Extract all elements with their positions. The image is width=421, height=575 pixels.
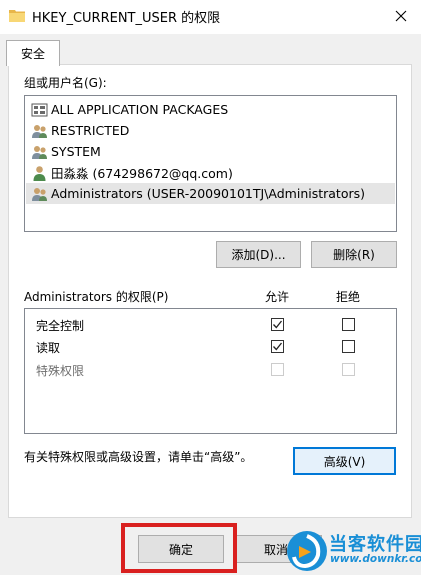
group-icon	[32, 187, 47, 201]
user-icon	[33, 165, 46, 181]
principal-name: ALL APPLICATION PACKAGES	[51, 102, 229, 117]
principals-listbox[interactable]: ALL APPLICATION PACKAGES RESTRICTED SYST…	[24, 95, 397, 232]
deny-checkbox	[342, 363, 355, 376]
deny-column-header: 拒绝	[336, 290, 361, 304]
principal-name: 田淼淼 (674298672@qq.com)	[51, 166, 233, 181]
tab-security[interactable]: 安全	[6, 40, 60, 66]
add-button[interactable]: 添加(D)...	[216, 241, 301, 268]
allow-column-header: 允许	[265, 290, 290, 304]
window-title: HKEY_CURRENT_USER 的权限	[32, 11, 221, 26]
permission-row: 特殊权限	[25, 359, 396, 381]
deny-checkbox[interactable]	[342, 340, 355, 353]
remove-button-label: 删除(R)	[333, 248, 375, 262]
close-icon	[395, 10, 406, 22]
allow-checkbox[interactable]	[271, 318, 284, 331]
advanced-button-label: 高级(V)	[323, 454, 366, 469]
remove-button[interactable]: 删除(R)	[311, 241, 397, 268]
watermark-logo: 当客软件园 www.downkr.com	[283, 526, 421, 575]
title-bar: HKEY_CURRENT_USER 的权限	[0, 0, 421, 34]
folder-icon	[9, 10, 25, 22]
checkmark-icon	[273, 320, 283, 329]
list-item[interactable]: SYSTEM	[26, 141, 395, 162]
group-icon	[32, 124, 47, 138]
list-item[interactable]: 田淼淼 (674298672@qq.com)	[26, 162, 395, 183]
groups-label: 组或用户名(G):	[24, 76, 107, 90]
watermark-url: www.downkr.com	[330, 553, 421, 565]
checkmark-icon	[273, 342, 283, 351]
permission-name: 读取	[36, 341, 61, 355]
highlight-frame	[121, 523, 237, 573]
permission-row: 读取	[25, 336, 396, 358]
deny-checkbox[interactable]	[342, 318, 355, 331]
advanced-button[interactable]: 高级(V)	[293, 447, 396, 475]
allow-checkbox	[271, 363, 284, 376]
logo-mark-icon	[287, 531, 327, 571]
list-item[interactable]: ALL APPLICATION PACKAGES	[26, 99, 395, 120]
close-button[interactable]	[380, 0, 421, 32]
add-button-label: 添加(D)...	[231, 248, 286, 262]
principal-name: Administrators (USER-20090101TJ\Administ…	[51, 186, 366, 201]
principal-name: RESTRICTED	[51, 123, 130, 138]
principal-name: SYSTEM	[51, 144, 101, 159]
permissions-header: Administrators 的权限(P)	[24, 290, 169, 304]
permissions-list: 完全控制 读取 特殊权限	[24, 308, 397, 434]
app-packages-icon	[31, 103, 48, 116]
permission-name: 完全控制	[36, 319, 85, 333]
allow-checkbox[interactable]	[271, 340, 284, 353]
list-item[interactable]: RESTRICTED	[26, 120, 395, 141]
permission-name: 特殊权限	[36, 364, 85, 378]
list-item[interactable]: Administrators (USER-20090101TJ\Administ…	[26, 183, 395, 204]
group-icon	[32, 145, 47, 159]
advanced-hint: 有关特殊权限或高级设置，请单击“高级”。	[24, 450, 253, 464]
permission-row: 完全控制	[25, 314, 396, 336]
tab-security-label: 安全	[20, 47, 45, 61]
